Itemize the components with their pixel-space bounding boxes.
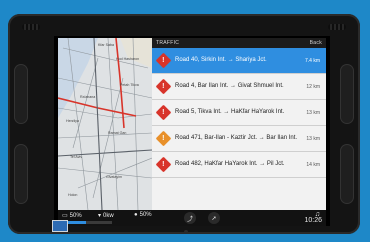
status-bar: ▭ 50% ▾ 0kw ● 50% ⤴ ➚ ♫ 10:26: [58, 210, 326, 226]
warning-icon: !: [155, 130, 172, 147]
navigation-icon[interactable]: ➚: [208, 212, 220, 224]
traffic-item-road: Road 4, Bar Ilan Int. → Givat Shmuel Int…: [175, 83, 284, 89]
left-hardware-button[interactable]: [14, 64, 28, 124]
traffic-item-road: Road 471, Bar-Ilan - Kaztir Jct. → Bar I…: [175, 135, 298, 141]
traffic-item[interactable]: ! Road 471, Bar-Ilan - Kaztir Jct. → Bar …: [152, 126, 326, 152]
traffic-panel: TRAFFIC Back ! Road 40, Sirkin Int. → Sha…: [152, 38, 326, 210]
svg-text:Petah Tikva: Petah Tikva: [120, 83, 139, 87]
left-hardware-button-lower[interactable]: [14, 144, 28, 204]
svg-text:Kfar Saba: Kfar Saba: [98, 43, 114, 47]
svg-text:Ra'anana: Ra'anana: [80, 95, 95, 99]
plug-icon: ▾: [98, 213, 102, 219]
traffic-item[interactable]: ! Road 4, Bar Ilan Int. → Givat Shmuel In…: [152, 74, 326, 100]
speaker-grille-right: [328, 24, 346, 30]
traffic-item-distance: 13 km: [306, 109, 320, 116]
warning-icon: !: [155, 78, 172, 95]
warning-icon: !: [155, 156, 172, 173]
battery-status: ▭ 50%: [62, 212, 82, 220]
right-hardware-button-lower[interactable]: [340, 144, 354, 204]
panel-title: TRAFFIC: [156, 40, 180, 46]
route-icon[interactable]: ⤴: [184, 212, 196, 224]
traffic-item[interactable]: ! Road 482, HaKfar HaYarok Int. → Pil Jct…: [152, 152, 326, 178]
svg-text:Tel Aviv: Tel Aviv: [70, 155, 82, 159]
camera: [184, 230, 188, 234]
warning-icon: !: [155, 104, 172, 121]
traffic-item[interactable]: ! Road 40, Sirkin Int. → Shariya Jct. 7.4 …: [152, 48, 326, 74]
map-view[interactable]: Kfar Saba Hod Hasharon Petah Tikva Ra'an…: [58, 38, 152, 210]
svg-text:Givatayim: Givatayim: [106, 175, 122, 179]
power-value: 0kw: [103, 212, 114, 219]
battery-value: 50%: [69, 212, 82, 219]
traffic-item-road: Road 5, Tikva Int. → HaKfar HaYarok Int.: [175, 109, 285, 115]
svg-text:Hod Hasharon: Hod Hasharon: [116, 57, 139, 61]
panel-header: TRAFFIC Back: [152, 38, 326, 48]
traffic-item-distance: 14 km: [306, 161, 320, 168]
traffic-item-distance: 12 km: [306, 83, 320, 90]
back-button[interactable]: Back: [310, 38, 322, 48]
traffic-item-distance: 7.4 km: [304, 57, 320, 64]
clock: 10:26: [304, 217, 322, 224]
intel-sticker: [52, 220, 68, 232]
traffic-item-distance: 13 km: [306, 135, 320, 142]
battery-icon: ▭: [62, 213, 68, 219]
drop-icon: ●: [134, 212, 138, 218]
charge-value: 50%: [139, 212, 152, 218]
svg-text:Holon: Holon: [68, 193, 77, 197]
speaker-grille: [22, 24, 40, 30]
traffic-list: ! Road 40, Sirkin Int. → Shariya Jct. 7.4 …: [152, 48, 326, 178]
traffic-item-road: Road 40, Sirkin Int. → Shariya Jct.: [175, 57, 267, 63]
screen: Kfar Saba Hod Hasharon Petah Tikva Ra'an…: [54, 36, 330, 226]
charge-status: ● 50%: [134, 212, 152, 218]
power-status: ▾ 0kw: [98, 212, 114, 220]
right-hardware-button[interactable]: [340, 64, 354, 124]
traffic-item-road: Road 482, HaKfar HaYarok Int. → Pil Jct.: [175, 161, 285, 167]
traffic-item[interactable]: ! Road 5, Tikva Int. → HaKfar HaYarok Int…: [152, 100, 326, 126]
svg-text:Herzliya: Herzliya: [66, 119, 79, 123]
svg-text:Ramat Gan: Ramat Gan: [108, 131, 126, 135]
road-map: Kfar Saba Hod Hasharon Petah Tikva Ra'an…: [58, 38, 152, 210]
warning-icon: !: [155, 52, 172, 69]
device-frame: Kfar Saba Hod Hasharon Petah Tikva Ra'an…: [8, 14, 360, 234]
